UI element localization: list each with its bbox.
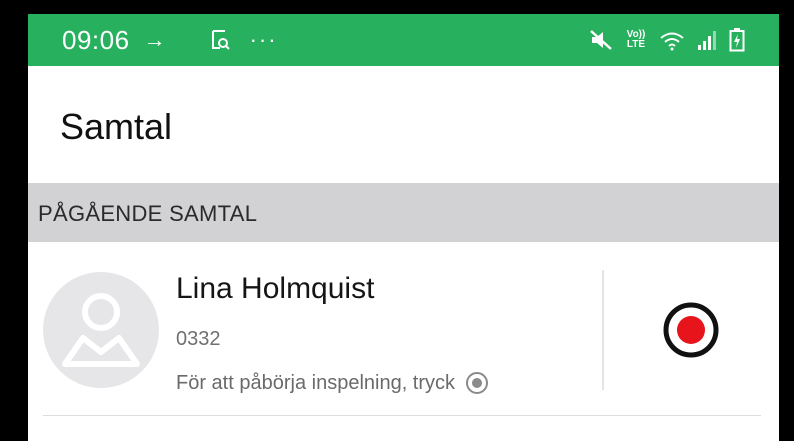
contact-name: Lina Holmquist: [176, 272, 375, 305]
vertical-divider: [602, 270, 604, 390]
status-time: 09:06: [62, 24, 130, 55]
status-bar: 09:06 → ··· Vo)) LTE: [28, 14, 779, 66]
status-left: 09:06 → ···: [62, 25, 278, 56]
section-header: PÅGÅENDE SAMTAL: [28, 183, 779, 242]
status-right: Vo)) LTE: [589, 14, 745, 66]
mute-icon: [589, 29, 613, 51]
phone-screen: 09:06 → ··· Vo)) LTE Samtal PÅGÅENDE SAM…: [28, 14, 779, 441]
volte-bottom-label: LTE: [626, 39, 646, 50]
record-hint: För att påbörja inspelning, tryck: [176, 371, 489, 395]
battery-icon: [729, 28, 745, 52]
wifi-icon: [659, 29, 685, 51]
record-button[interactable]: [661, 300, 721, 360]
more-icon: ···: [249, 27, 278, 52]
section-title: PÅGÅENDE SAMTAL: [38, 201, 258, 226]
volte-icon: Vo)) LTE: [625, 30, 647, 50]
avatar: [43, 272, 159, 388]
person-placeholder-icon: [62, 293, 140, 367]
ongoing-call-item[interactable]: Lina Holmquist 0332 För att påbörja insp…: [28, 242, 779, 417]
app-bar: Samtal: [28, 66, 779, 183]
screenshot-icon: [208, 28, 232, 52]
row-divider: [43, 415, 761, 416]
page-title: Samtal: [60, 106, 173, 147]
signal-icon: [697, 29, 717, 51]
record-hint-text: För att påbörja inspelning, tryck: [176, 371, 456, 394]
contact-number: 0332: [176, 328, 221, 350]
record-small-icon: [465, 371, 489, 395]
forward-arrow-icon: →: [143, 27, 166, 52]
record-icon: [663, 302, 719, 358]
